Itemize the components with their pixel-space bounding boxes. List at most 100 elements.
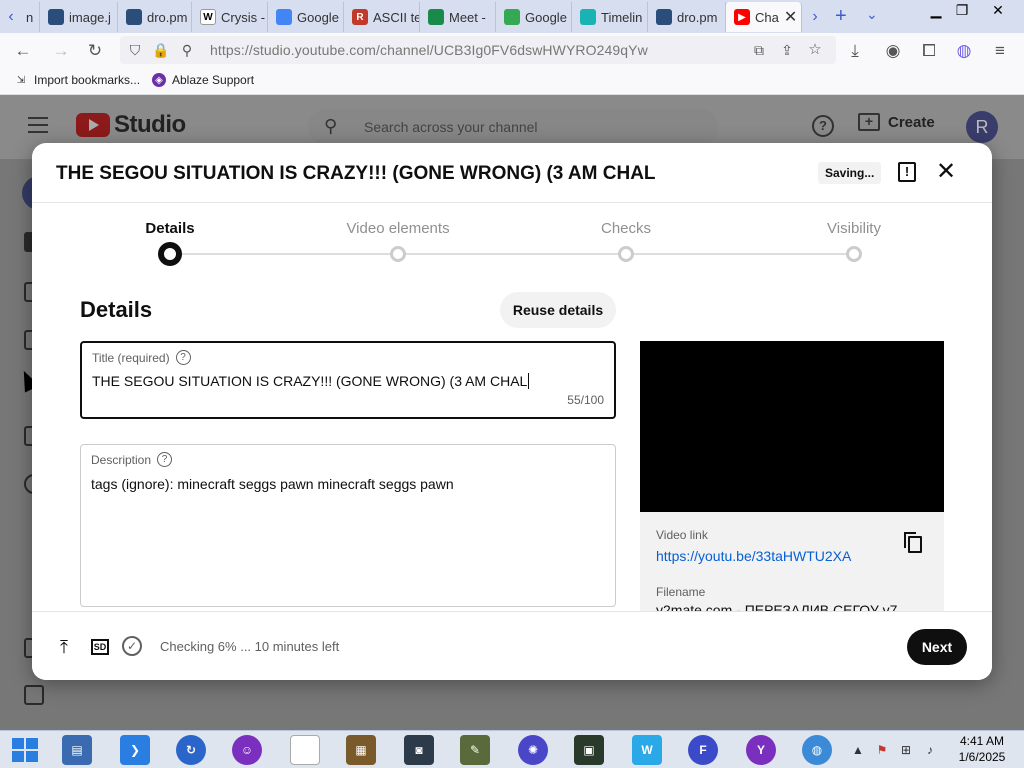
- browser-tab[interactable]: Google: [496, 2, 572, 32]
- minecraft-icon[interactable]: ▦: [346, 735, 376, 765]
- upload-stepper: Details Video elements Checks Visibility: [32, 204, 992, 274]
- forward-icon[interactable]: →: [50, 40, 72, 62]
- bookmarks-bar: ⇲ Import bookmarks... ◈ Ablaze Support: [0, 67, 1024, 95]
- downloads-icon[interactable]: ⤓: [844, 40, 866, 62]
- hamburger-menu-icon[interactable]: [28, 117, 48, 133]
- description-input[interactable]: tags (ignore): minecraft seggs pawn mine…: [91, 476, 454, 492]
- lock-icon[interactable]: 🔒: [150, 39, 172, 61]
- share-icon[interactable]: ⇪: [776, 39, 798, 61]
- back-icon[interactable]: ←: [12, 40, 34, 62]
- step-details[interactable]: Details: [90, 220, 250, 237]
- upload-icon[interactable]: ⤒: [60, 637, 68, 658]
- shield-icon[interactable]: ⛉: [124, 39, 146, 61]
- stepper-track: [170, 253, 854, 255]
- browser-tab[interactable]: dro.pm: [648, 2, 726, 32]
- new-tab-icon[interactable]: +: [835, 5, 847, 28]
- browser-tab[interactable]: W Crysis -: [192, 2, 268, 32]
- taskbar-clock[interactable]: 4:41 AM 1/6/2025: [950, 733, 1014, 765]
- checks-icon[interactable]: ✓: [122, 636, 142, 656]
- gimp-icon[interactable]: ✎: [460, 735, 490, 765]
- browser-tab[interactable]: R ASCII te: [344, 2, 420, 32]
- account-icon[interactable]: ◉: [882, 40, 904, 62]
- start-button-icon[interactable]: [12, 738, 38, 762]
- media-player-icon[interactable]: ◙: [404, 735, 434, 765]
- browser-tab-active[interactable]: ▶ Cha ✕: [726, 2, 802, 32]
- wiki-app-icon[interactable]: W: [632, 735, 662, 765]
- feedback-icon[interactable]: [24, 685, 44, 705]
- step-dot-checks[interactable]: [618, 246, 634, 262]
- meet-icon: [428, 9, 444, 25]
- video-info-panel: Video link https://youtu.be/33taHWTU2XA …: [640, 512, 944, 618]
- browser-tab[interactable]: Meet -: [420, 2, 496, 32]
- profile-icon[interactable]: ◍: [953, 40, 975, 62]
- youtube-icon: ▶: [734, 9, 750, 25]
- app-f-icon[interactable]: F: [688, 735, 718, 765]
- title-input-text: THE SEGOU SITUATION IS CRAZY!!! (GONE WR…: [92, 373, 528, 389]
- copy-icon[interactable]: [904, 532, 922, 553]
- menu-icon[interactable]: ≡: [989, 40, 1011, 62]
- browser-tab[interactable]: image.j: [40, 2, 118, 32]
- volume-icon[interactable]: ♪: [922, 742, 938, 758]
- file-explorer-icon[interactable]: ▤: [62, 735, 92, 765]
- network-icon[interactable]: ⊞: [898, 742, 914, 758]
- dialog-footer: ⤒ SD ✓ Checking 6% ... 10 minutes left N…: [32, 611, 992, 680]
- title-input[interactable]: THE SEGOU SITUATION IS CRAZY!!! (GONE WR…: [92, 373, 530, 389]
- send-feedback-icon[interactable]: !: [898, 162, 916, 182]
- yahoo-icon[interactable]: Y: [746, 735, 776, 765]
- youtube-logo-icon: [76, 113, 110, 137]
- ablaze-icon: ◈: [152, 73, 166, 87]
- tab-list-chevron-icon[interactable]: ⌄: [866, 6, 878, 23]
- bookmark-star-icon[interactable]: ☆: [804, 39, 826, 61]
- update-icon[interactable]: ↻: [176, 735, 206, 765]
- help-circle-icon[interactable]: ?: [157, 452, 173, 467]
- step-video-elements[interactable]: Video elements: [318, 220, 478, 237]
- tray-overflow-icon[interactable]: ▲: [850, 742, 866, 758]
- permissions-icon[interactable]: ⚲: [176, 39, 198, 61]
- help-icon[interactable]: ?: [812, 115, 834, 137]
- browser-tab[interactable]: Google: [268, 2, 344, 32]
- title-field[interactable]: Title (required) ? THE SEGOU SITUATION I…: [80, 341, 616, 419]
- video-preview[interactable]: [640, 341, 944, 512]
- url-bar[interactable]: ⛉ 🔒 ⚲ https://studio.youtube.com/channel…: [120, 36, 836, 64]
- step-checks[interactable]: Checks: [546, 220, 706, 237]
- close-dialog-icon[interactable]: ✕: [936, 157, 956, 187]
- video-link[interactable]: https://youtu.be/33taHWTU2XA: [656, 548, 851, 564]
- clock-date: 1/6/2025: [958, 750, 1006, 764]
- step-dot-details[interactable]: [158, 242, 182, 266]
- tab-scroll-left-icon[interactable]: ‹: [4, 7, 18, 27]
- close-window-icon[interactable]: ✕: [982, 0, 1014, 20]
- step-dot-visibility[interactable]: [846, 246, 862, 262]
- restore-icon[interactable]: ❐: [946, 0, 978, 20]
- studio-logo[interactable]: Studio: [76, 111, 186, 139]
- browser-tab[interactable]: n: [18, 2, 40, 32]
- avatar[interactable]: R: [966, 111, 998, 143]
- picture-in-picture-icon[interactable]: ⧉: [748, 39, 770, 61]
- step-dot-video-elements[interactable]: [390, 246, 406, 262]
- help-circle-icon[interactable]: ?: [175, 350, 191, 365]
- tray-alert-icon[interactable]: ⚑: [874, 742, 890, 758]
- globe-icon[interactable]: ◍: [802, 735, 832, 765]
- favicon-icon: [580, 9, 596, 25]
- browser-tab[interactable]: Timelin: [572, 2, 648, 32]
- monitor-icon[interactable]: ▣: [574, 735, 604, 765]
- notepad-icon[interactable]: [290, 735, 320, 765]
- yahoo-messenger-icon[interactable]: ☺: [232, 735, 262, 765]
- next-button[interactable]: Next: [907, 629, 967, 665]
- favicon-icon: R: [352, 9, 368, 25]
- step-visibility[interactable]: Visibility: [774, 220, 934, 237]
- studio-search-input[interactable]: ⚲ Search across your channel: [308, 109, 718, 145]
- browser-tab[interactable]: dro.pm: [118, 2, 192, 32]
- virus-icon[interactable]: ✺: [518, 735, 548, 765]
- clock-time: 4:41 AM: [959, 734, 1005, 748]
- tab-scroll-right-icon[interactable]: ›: [808, 7, 822, 27]
- reuse-details-button[interactable]: Reuse details: [500, 292, 616, 328]
- description-field[interactable]: Description ? tags (ignore): minecraft s…: [80, 444, 616, 607]
- close-tab-icon[interactable]: ✕: [784, 7, 797, 27]
- sd-quality-icon[interactable]: SD: [91, 639, 109, 655]
- extensions-icon[interactable]: ⧠: [918, 40, 940, 62]
- bookmark-import[interactable]: ⇲ Import bookmarks...: [14, 73, 140, 87]
- reload-icon[interactable]: ↻: [84, 40, 106, 62]
- create-button[interactable]: + Create: [858, 113, 935, 131]
- bookmark-ablaze[interactable]: ◈ Ablaze Support: [152, 73, 254, 87]
- powershell-icon[interactable]: ❯: [120, 735, 150, 765]
